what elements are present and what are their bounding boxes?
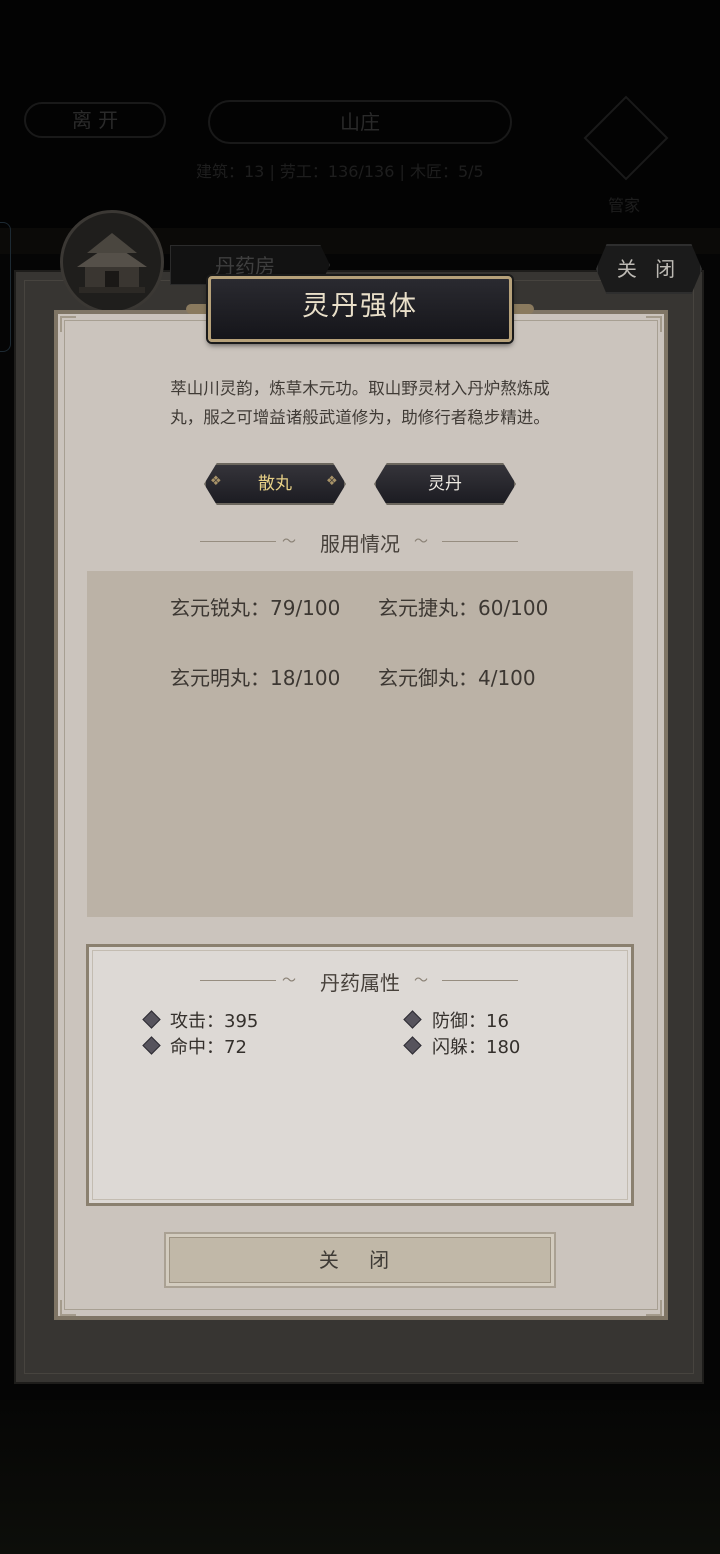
dialog-title: 灵丹强体: [302, 291, 418, 322]
leave-button[interactable]: 离 开: [24, 102, 166, 138]
close-button[interactable]: 关 闭: [164, 1232, 556, 1288]
corner-ornament: [646, 316, 662, 332]
top-close-button[interactable]: 关 闭: [596, 244, 702, 294]
corner-ornament: [646, 1300, 662, 1316]
tab-label: 散丸: [258, 474, 292, 494]
building-icon: [60, 210, 164, 314]
attribute-item: 防御：16: [432, 1011, 509, 1032]
side-handle[interactable]: [0, 222, 11, 352]
description-line: 萃山川灵韵，炼草木元功。取山野灵材入丹炉熬炼成: [170, 379, 550, 398]
usage-item: 玄元明丸：18/100: [170, 666, 341, 690]
attribute-item: 攻击：395: [170, 1011, 259, 1032]
description-line: 丸，服之可增益诸般武道修为，助修行者稳步精进。: [170, 408, 550, 427]
usage-item: 玄元锐丸：79/100: [170, 596, 341, 620]
usage-item: 玄元御丸：4/100: [378, 666, 536, 690]
attribute-item: 命中：72: [170, 1037, 247, 1058]
tab-ornament-icon: ❖: [210, 474, 222, 489]
tab-ornament-icon: ❖: [326, 474, 338, 489]
tab-label: 灵丹: [428, 474, 462, 494]
tab-sanwan[interactable]: 散丸: [204, 463, 346, 505]
dialog-description: 萃山川灵韵，炼草木元功。取山野灵材入丹炉熬炼成 丸，服之可增益诸般武道修为，助修…: [130, 374, 590, 432]
tab-lingdan[interactable]: 灵丹: [374, 463, 516, 505]
background-ground: [0, 1400, 720, 1554]
usage-item: 玄元捷丸：60/100: [378, 596, 549, 620]
manor-stats: 建筑：13 | 劳工：136/136 | 木匠：5/5: [196, 162, 484, 181]
divider: [442, 980, 518, 981]
attribute-item: 闪躲：180: [432, 1037, 521, 1058]
steward-label: 管家: [608, 196, 641, 215]
manor-title: 山庄: [208, 100, 512, 144]
usage-box: [87, 571, 633, 917]
swirl-ornament-icon: 〜: [414, 973, 428, 989]
corner-ornament: [60, 1300, 76, 1316]
corner-ornament: [60, 316, 76, 332]
attribute-section-title: 丹药属性: [320, 971, 400, 995]
divider: [442, 541, 518, 542]
usage-section-title: 服用情况: [320, 532, 400, 556]
swirl-ornament-icon: 〜: [414, 534, 428, 550]
